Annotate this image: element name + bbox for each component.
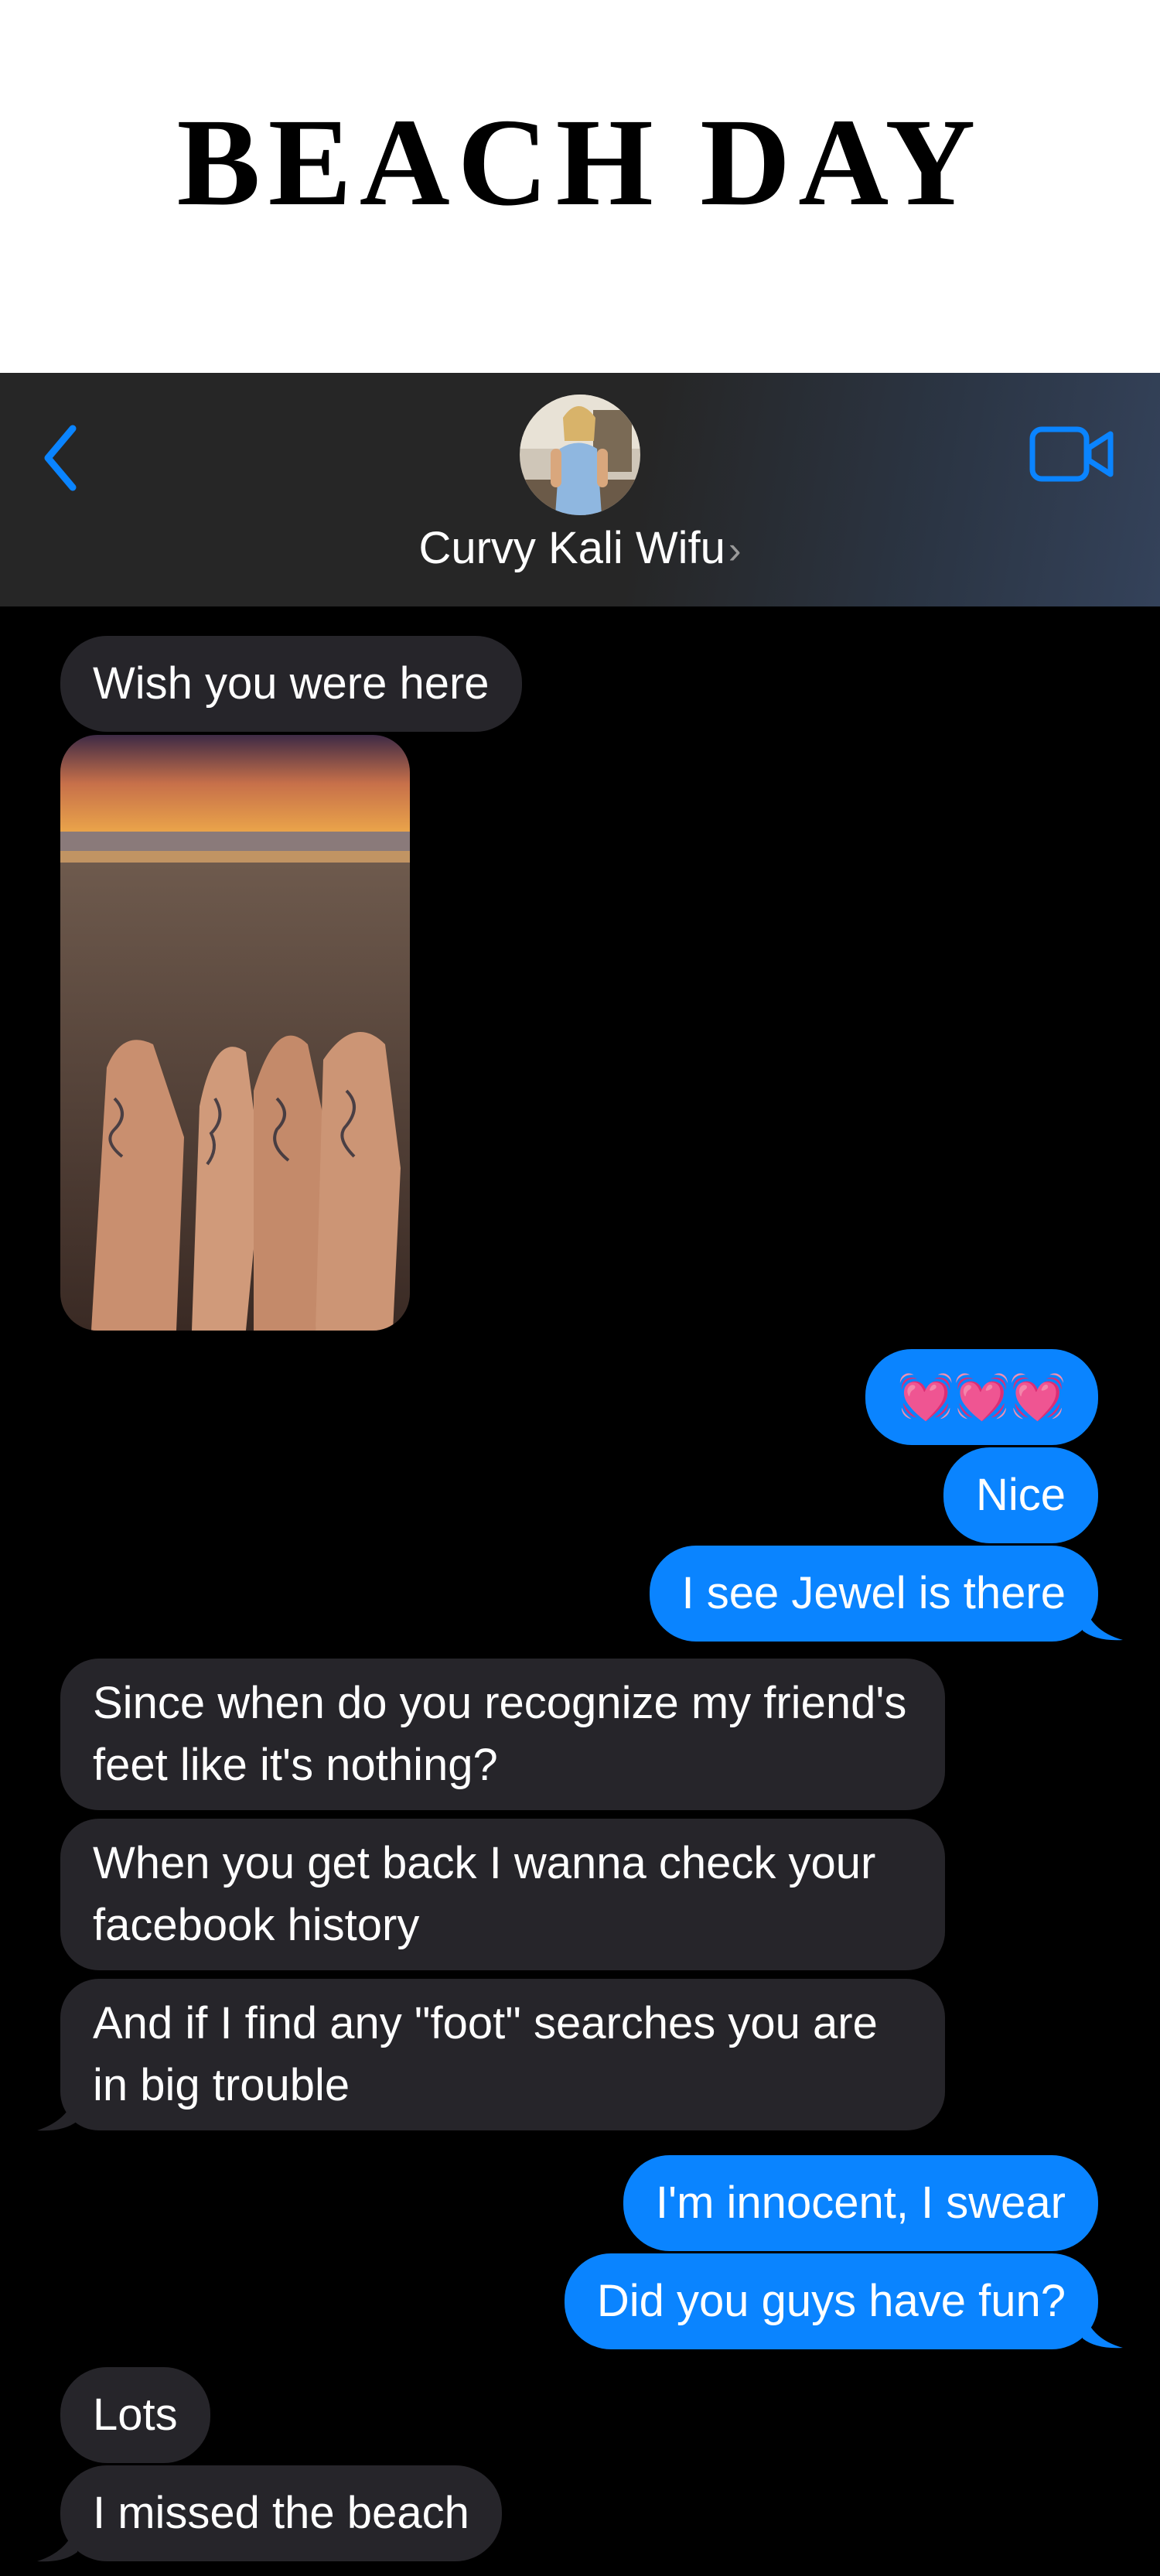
message-bubble-incoming[interactable]: I missed the beach — [60, 2465, 502, 2561]
chevron-left-icon[interactable] — [37, 419, 84, 497]
conversation-header: Curvy Kali Wifu› — [0, 373, 1160, 606]
title-banner: BEACH DAY — [0, 0, 1160, 373]
message-bubble-outgoing[interactable]: Did you guys have fun? — [564, 2253, 1098, 2349]
chevron-right-icon: › — [728, 528, 742, 572]
bubble-tail — [37, 2520, 77, 2562]
page-title: BEACH DAY — [176, 94, 984, 232]
bubble-tail — [1083, 2308, 1123, 2349]
message-bubble-outgoing[interactable]: Nice — [943, 1447, 1098, 1543]
message-bubble-incoming[interactable]: And if I find any "foot" searches you ar… — [60, 1979, 945, 2130]
message-photo[interactable] — [60, 735, 410, 1331]
contact-name[interactable]: Curvy Kali Wifu› — [0, 521, 1160, 576]
bubble-tail — [1083, 1600, 1123, 1641]
message-bubble-incoming[interactable]: Lots — [60, 2367, 210, 2463]
message-bubble-outgoing[interactable]: 💓💓💓 — [865, 1349, 1098, 1445]
message-bubble-incoming[interactable]: Since when do you recognize my friend's … — [60, 1659, 945, 1810]
avatar[interactable] — [520, 395, 640, 515]
message-bubble-incoming[interactable]: Wish you were here — [60, 636, 522, 732]
message-bubble-outgoing[interactable]: I'm innocent, I swear — [623, 2155, 1098, 2251]
bubble-tail — [37, 2089, 77, 2131]
video-camera-icon[interactable] — [1029, 423, 1115, 485]
message-bubble-outgoing[interactable]: I see Jewel is there — [649, 1546, 1098, 1642]
message-bubble-incoming[interactable]: When you get back I wanna check your fac… — [60, 1819, 945, 1970]
